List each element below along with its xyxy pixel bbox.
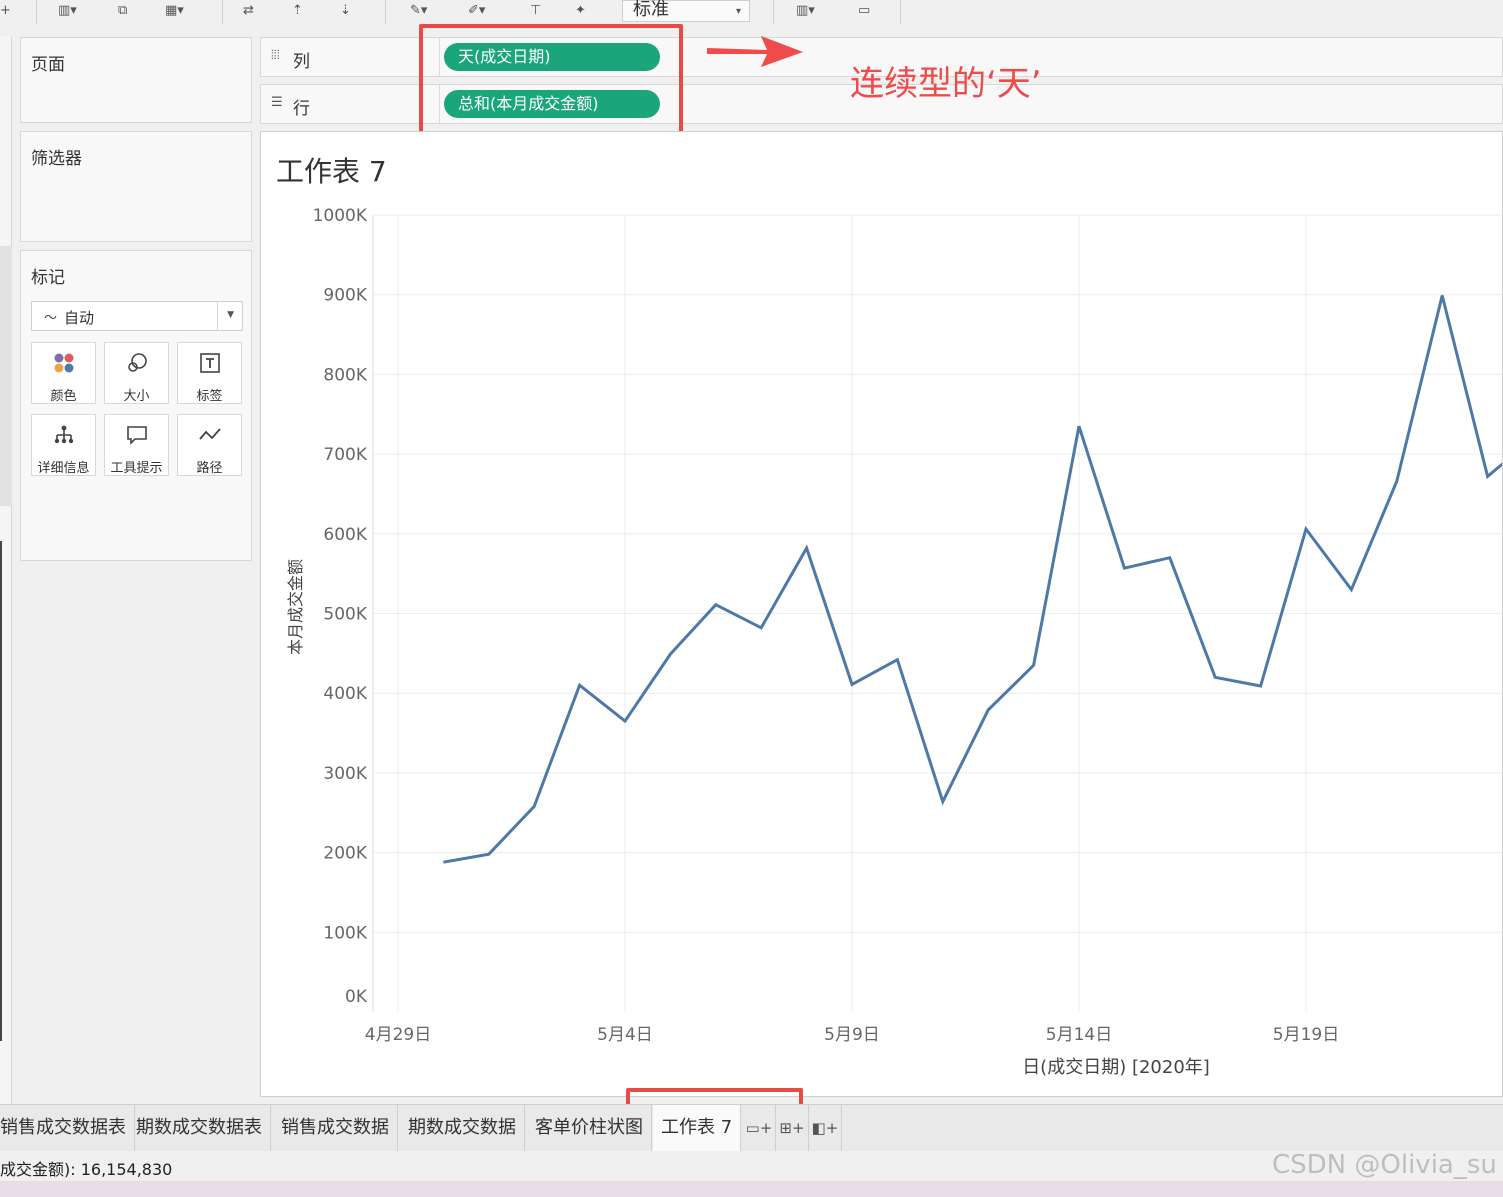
gutter-line <box>0 541 2 1041</box>
pen-icon[interactable]: ✐▾ <box>468 2 485 20</box>
taskbar-strip <box>0 1181 1503 1197</box>
tab-period-table[interactable]: 期数成交数据表 <box>128 1105 271 1151</box>
x-axis-title: 日(成交日期) [2020年] <box>1022 1057 1210 1078</box>
toolbar-separator <box>900 0 901 24</box>
detail-button[interactable]: 详细信息 <box>31 414 96 476</box>
detail-label: 详细信息 <box>37 461 90 476</box>
columns-icon: ⦙⦙⦙ <box>271 48 280 63</box>
sort-desc-icon[interactable]: ⇣ <box>340 2 351 20</box>
y-tick-label: 500K <box>323 605 367 625</box>
clear-icon[interactable]: ▦▾ <box>165 2 184 20</box>
toolbar: + ▥▾ ⧉ ▦▾ ⇄ ⇡ ⇣ ✎▾ ✐▾ ⊤ ✦ 标准 ▾ ▥▾ ▭ <box>0 0 1503 26</box>
x-tick-label: 5月14日 <box>1046 1025 1112 1045</box>
present-icon[interactable]: ▭ <box>858 2 870 20</box>
pages-title: 页面 <box>31 55 65 75</box>
view-mode-select[interactable]: 标准 ▾ <box>622 0 750 22</box>
path-button[interactable]: 路径 <box>177 414 242 476</box>
watermark: CSDN @Olivia_su <box>1272 1150 1497 1180</box>
line-mark-icon: 〜 <box>44 311 58 326</box>
size-label: 大小 <box>123 389 150 404</box>
sheet-tabs: 销售成交数据表 期数成交数据表 销售成交数据 期数成交数据 客单价柱状图 工作表… <box>0 1104 1503 1151</box>
tab-worksheet-7[interactable]: 工作表 7 <box>653 1105 742 1151</box>
show-me-icon[interactable]: ▥▾ <box>796 2 815 20</box>
y-axis-title: 本月成交金额 <box>286 559 305 655</box>
size-button[interactable]: 大小 <box>104 342 169 404</box>
marks-title: 标记 <box>31 268 65 288</box>
y-tick-label: 800K <box>323 365 367 385</box>
highlight-icon[interactable]: ✎▾ <box>410 2 427 20</box>
y-tick-label: 0K <box>345 987 368 1007</box>
filters-card[interactable]: 筛选器 <box>20 131 252 242</box>
toolbar-separator <box>385 0 386 24</box>
new-worksheet-icon[interactable]: ▥▾ <box>58 2 77 20</box>
speech-bubble-icon <box>105 423 168 449</box>
y-tick-label: 400K <box>323 684 367 704</box>
mark-type-value: 自动 <box>64 309 95 327</box>
view-mode-value: 标准 <box>633 0 669 20</box>
rows-icon: ☰ <box>271 95 283 110</box>
pin-icon[interactable]: ✦ <box>575 2 586 20</box>
status-sum: 成交金额): 16,154,830 <box>0 1160 173 1179</box>
swap-icon[interactable]: ⇄ <box>243 2 254 20</box>
rows-label: 行 <box>293 99 310 119</box>
data-pane-collapsed[interactable] <box>0 36 12 1146</box>
y-tick-label: 700K <box>323 445 367 465</box>
toolbar-separator <box>222 0 223 24</box>
x-tick-label: 5月19日 <box>1273 1025 1339 1045</box>
series-line <box>443 295 1502 864</box>
columns-label: 列 <box>293 52 310 72</box>
y-tick-label: 200K <box>323 844 367 864</box>
new-worksheet-icon[interactable]: ▭+ <box>743 1105 776 1151</box>
mark-type-select[interactable]: 〜 自动 ▼ <box>31 301 243 331</box>
color-button[interactable]: 颜色 <box>31 342 96 404</box>
label-button[interactable]: 标签 <box>177 342 242 404</box>
marks-card: 标记 〜 自动 ▼ 颜色 大小 标签 详细信息 工具提示 路径 <box>20 250 252 561</box>
y-tick-label: 600K <box>323 525 367 545</box>
annotation-arrow <box>707 36 803 67</box>
y-tick-label: 1000K <box>313 206 368 226</box>
y-tick-label: 300K <box>323 764 367 784</box>
chevron-down-icon: ▾ <box>735 6 741 17</box>
tab-sales-data[interactable]: 销售成交数据 <box>273 1105 398 1151</box>
line-chart[interactable]: 0K 100K 200K 300K 400K 500K 600K 700K 800K 900K 10… <box>261 132 1503 1097</box>
duplicate-icon[interactable]: ⧉ <box>118 2 127 20</box>
chevron-down-icon: ▼ <box>227 310 234 320</box>
text-icon[interactable]: ⊤ <box>530 2 541 20</box>
filters-title: 筛选器 <box>31 149 82 169</box>
size-icon <box>105 351 168 377</box>
worksheet-view[interactable]: 工作表 7 0K 100K 200K 300K 400K 500K 600K 700K 800K… <box>260 131 1503 1097</box>
add-icon[interactable]: + <box>0 2 11 20</box>
hierarchy-icon <box>32 423 95 449</box>
annotation-box-pills <box>419 24 683 141</box>
new-story-icon[interactable]: ◧+ <box>809 1105 842 1151</box>
toolbar-separator <box>773 0 774 24</box>
y-tick-label: 900K <box>323 286 367 306</box>
text-label-icon <box>178 351 241 377</box>
annotation-text: 连续型的‘天’ <box>850 64 1042 104</box>
tooltip-button[interactable]: 工具提示 <box>104 414 169 476</box>
x-tick-label: 5月9日 <box>824 1025 880 1045</box>
sort-asc-icon[interactable]: ⇡ <box>292 2 303 20</box>
pages-card[interactable]: 页面 <box>20 37 252 123</box>
toolbar-separator <box>36 0 37 24</box>
x-tick-label: 4月29日 <box>365 1025 431 1045</box>
gutter-strip <box>0 246 12 506</box>
color-icon <box>32 351 95 377</box>
new-dashboard-icon[interactable]: ⊞+ <box>776 1105 809 1151</box>
x-tick-label: 5月4日 <box>597 1025 653 1045</box>
label-label: 标签 <box>196 389 223 404</box>
path-label: 路径 <box>196 461 223 476</box>
color-label: 颜色 <box>50 389 77 404</box>
select-divider <box>217 302 218 330</box>
tooltip-label: 工具提示 <box>110 461 163 476</box>
tableau-window: + ▥▾ ⧉ ▦▾ ⇄ ⇡ ⇣ ✎▾ ✐▾ ⊤ ✦ 标准 ▾ ▥▾ ▭ 页面 筛… <box>0 0 1503 1197</box>
tab-unit-price-bar[interactable]: 客单价柱状图 <box>527 1105 652 1151</box>
tab-sales-table[interactable]: 销售成交数据表 <box>0 1105 135 1151</box>
y-tick-label: 100K <box>323 923 367 943</box>
path-icon <box>178 423 241 449</box>
tab-period-data[interactable]: 期数成交数据 <box>400 1105 525 1151</box>
